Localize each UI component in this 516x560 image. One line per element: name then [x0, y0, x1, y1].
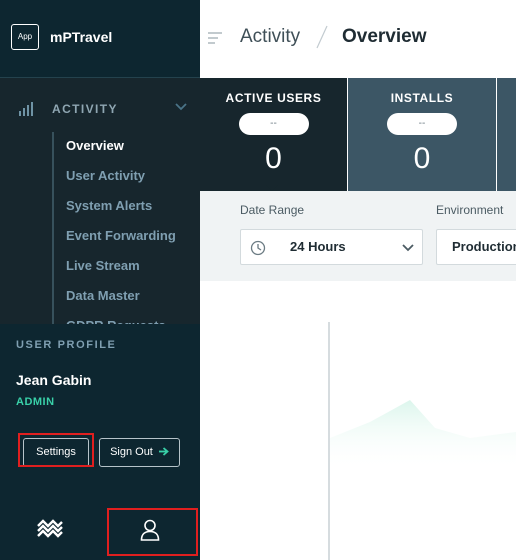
user-icon[interactable] — [140, 519, 160, 541]
wave-logo-icon[interactable] — [37, 519, 63, 539]
nav-item-user-activity[interactable]: User Activity — [54, 162, 200, 192]
bar-chart-icon — [19, 102, 33, 116]
settings-button-label: Settings — [36, 446, 76, 458]
breadcrumb-parent[interactable]: Activity — [240, 26, 300, 48]
metric-value: 0 — [413, 142, 431, 175]
nav-item-overview[interactable]: Overview — [54, 132, 200, 162]
environment-label: Environment — [436, 203, 504, 217]
chevron-down-icon — [402, 244, 414, 252]
environment-value: Production — [452, 239, 516, 254]
metric-title: ACTIVE USERS — [225, 91, 322, 105]
chevron-down-icon[interactable] — [174, 102, 188, 112]
metric-change-pill: -- — [387, 113, 457, 135]
user-role: ADMIN — [16, 396, 55, 408]
user-profile-panel: USER PROFILE Jean Gabin ADMIN Settings S… — [0, 324, 200, 500]
settings-button[interactable]: Settings — [23, 438, 89, 467]
metric-tile-partial[interactable] — [497, 78, 516, 191]
environment-select[interactable]: Production — [436, 229, 516, 265]
nav-section-label: ACTIVITY — [52, 102, 118, 116]
metric-installs[interactable]: INSTALLS -- 0 — [348, 78, 496, 191]
breadcrumb-separator — [316, 25, 328, 49]
arrow-right-icon — [158, 447, 169, 456]
page-header: Activity Overview — [200, 0, 516, 78]
filter-bar: Date Range Environment 24 Hours Producti… — [200, 191, 516, 281]
metric-active-users[interactable]: ACTIVE USERS -- 0 — [200, 78, 347, 191]
nav-item-gdpr-requests[interactable]: GDPR Requests — [54, 312, 200, 324]
sidebar: App mPTravel ACTIVITY Overview User Acti… — [0, 0, 200, 560]
nav-item-event-forwarding[interactable]: Event Forwarding — [54, 222, 200, 252]
date-range-select[interactable]: 24 Hours — [240, 229, 423, 265]
metric-change-pill: -- — [238, 113, 309, 135]
nav-item-live-stream[interactable]: Live Stream — [54, 252, 200, 282]
sign-out-button[interactable]: Sign Out — [99, 438, 180, 467]
metric-value: 0 — [265, 142, 282, 175]
nav-list: Overview User Activity System Alerts Eve… — [52, 132, 200, 324]
nav-item-data-master[interactable]: Data Master — [54, 282, 200, 312]
page-title: Overview — [342, 26, 427, 47]
chart-area-shape — [330, 400, 516, 470]
brand-header: App mPTravel — [0, 0, 200, 78]
profile-section-label: USER PROFILE — [16, 339, 117, 351]
date-range-value: 24 Hours — [290, 239, 346, 254]
nav-item-system-alerts[interactable]: System Alerts — [54, 192, 200, 222]
app-icon: App — [11, 24, 39, 50]
sign-out-label: Sign Out — [110, 446, 153, 458]
clock-icon — [250, 240, 266, 256]
metric-title: INSTALLS — [390, 91, 454, 105]
app-name[interactable]: mPTravel — [50, 29, 112, 45]
date-range-label: Date Range — [240, 203, 305, 217]
sidebar-footer — [0, 500, 200, 560]
menu-icon[interactable] — [208, 31, 222, 45]
user-name: Jean Gabin — [16, 372, 92, 388]
nav-section-activity[interactable]: ACTIVITY — [0, 92, 200, 124]
